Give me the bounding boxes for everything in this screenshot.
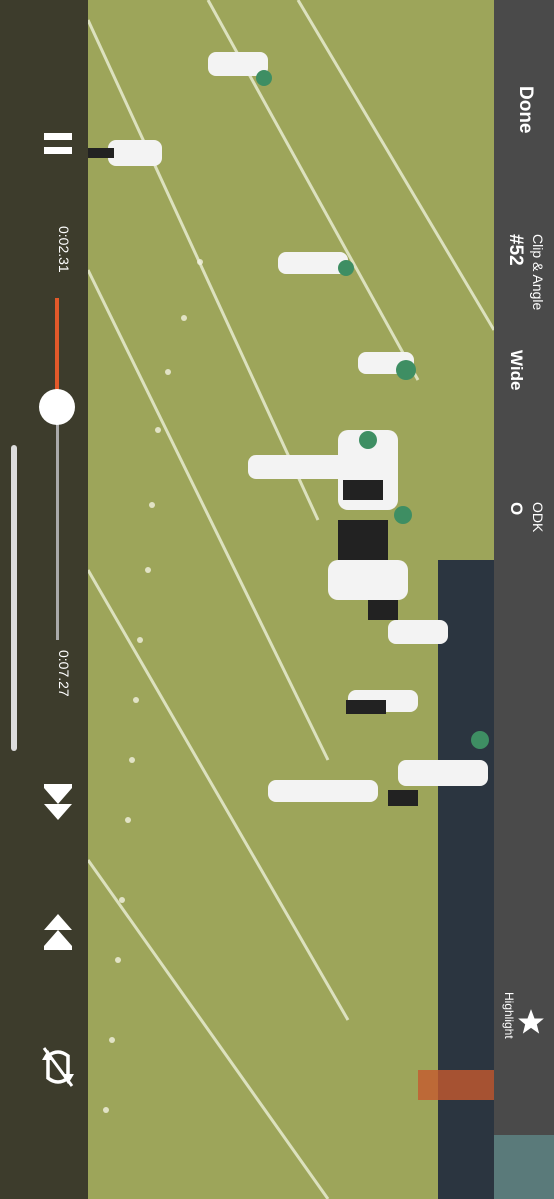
angle-value[interactable]: Wide [506, 350, 526, 390]
video-frame[interactable] [88, 0, 494, 1199]
scroll-indicator [11, 445, 17, 751]
football-field-image [88, 0, 494, 1199]
highlight-label[interactable]: Highlight [502, 992, 516, 1039]
done-button[interactable]: Done [514, 86, 536, 134]
odk-value[interactable]: O [506, 502, 526, 515]
loop-off-icon[interactable] [42, 1046, 74, 1088]
total-time: 0:07.27 [56, 650, 72, 697]
pause-icon[interactable] [44, 133, 72, 155]
odk-label: ODK [530, 502, 546, 533]
clip-number[interactable]: #52 [504, 234, 526, 266]
skip-to-start-icon[interactable] [44, 784, 72, 822]
panel-footer [494, 1135, 554, 1199]
clip-angle-label: Clip & Angle [530, 234, 546, 311]
skip-to-end-icon[interactable] [44, 912, 72, 950]
current-time: 0:02.31 [56, 226, 72, 273]
star-icon[interactable] [517, 1008, 545, 1036]
